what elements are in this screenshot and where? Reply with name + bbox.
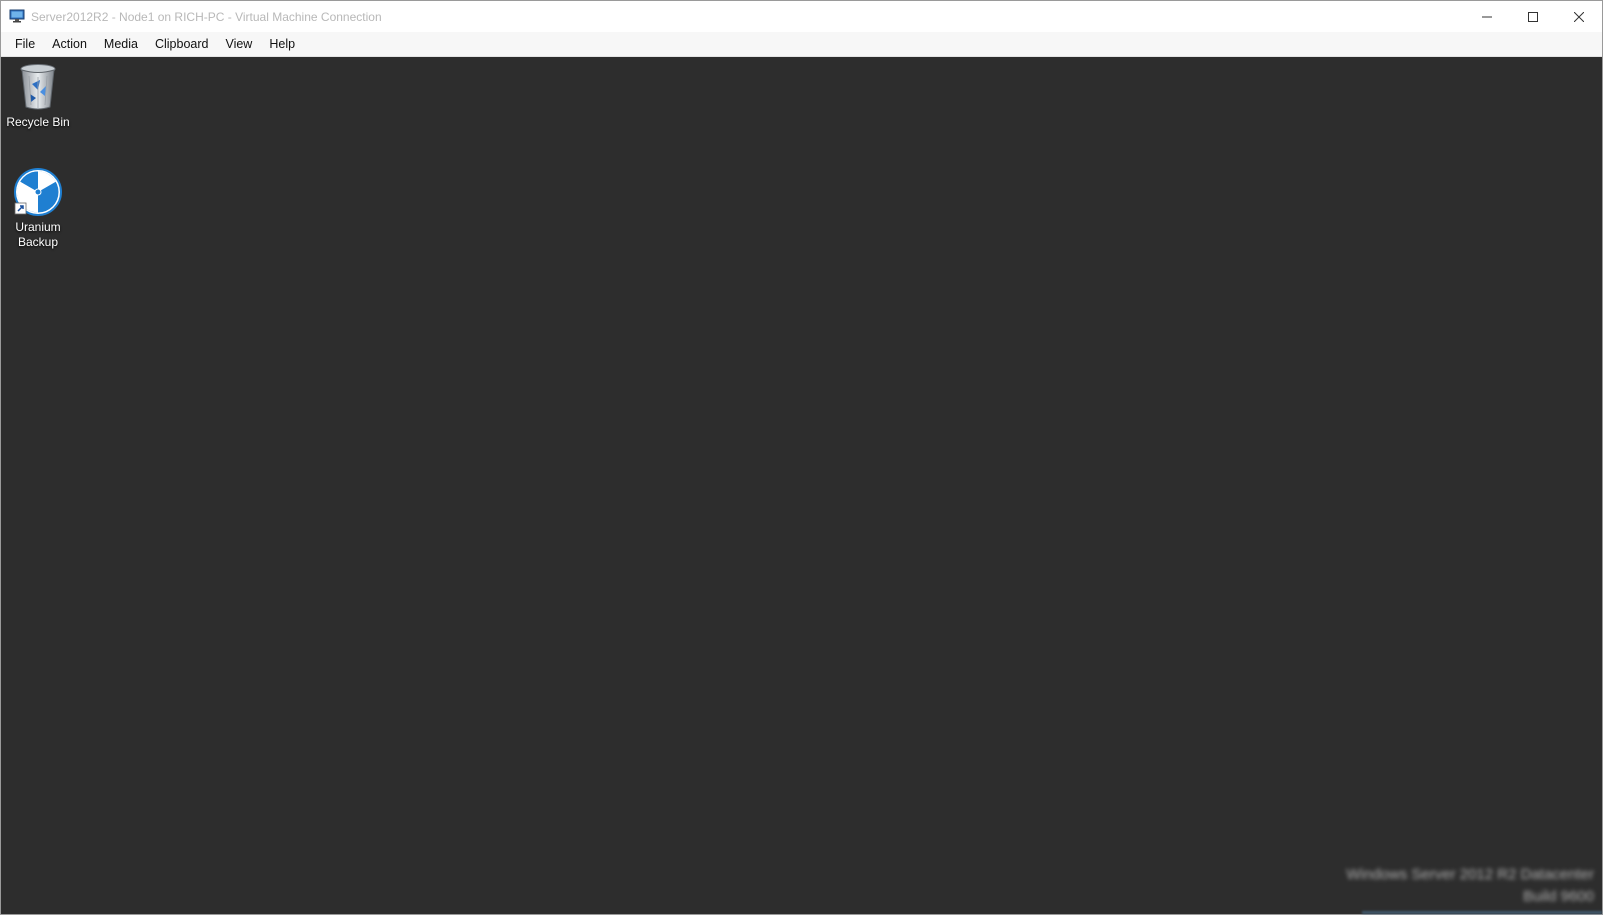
- title-bar[interactable]: Server2012R2 - Node1 on RICH-PC - Virtua…: [1, 1, 1602, 32]
- desktop-icon-recycle-bin[interactable]: Recycle Bin: [1, 62, 75, 130]
- recycle-bin-icon: [20, 64, 56, 110]
- recycle-bin-label: Recycle Bin: [6, 115, 70, 129]
- uranium-backup-label: Uranium Backup: [15, 220, 61, 249]
- menu-clipboard[interactable]: Clipboard: [148, 34, 216, 54]
- desktop-icon-uranium-backup[interactable]: Uranium Backup: [1, 167, 75, 250]
- close-icon: [1574, 11, 1584, 22]
- menu-help[interactable]: Help: [262, 34, 302, 54]
- menu-action[interactable]: Action: [45, 34, 94, 54]
- minimize-icon: [1482, 16, 1492, 17]
- taskbar-edge: [1362, 911, 1602, 914]
- watermark-build: Build 9600: [1523, 888, 1594, 905]
- vm-desktop[interactable]: Recycle Bin Uranium Backup Windows Serve…: [1, 57, 1602, 914]
- menu-media[interactable]: Media: [97, 34, 145, 54]
- windows-edition-watermark: Windows Server 2012 R2 Datacenter Build …: [1346, 864, 1594, 908]
- window-title: Server2012R2 - Node1 on RICH-PC - Virtua…: [31, 10, 382, 24]
- menu-file[interactable]: File: [8, 34, 42, 54]
- menu-view[interactable]: View: [218, 34, 259, 54]
- menu-bar: File Action Media Clipboard View Help: [1, 32, 1602, 57]
- vm-connection-app-icon: [9, 9, 25, 23]
- close-button[interactable]: [1556, 1, 1602, 32]
- vm-connection-window: Server2012R2 - Node1 on RICH-PC - Virtua…: [0, 0, 1603, 915]
- uranium-backup-icon: [14, 168, 62, 216]
- maximize-icon: [1528, 11, 1538, 22]
- maximize-button[interactable]: [1510, 1, 1556, 32]
- minimize-button[interactable]: [1464, 1, 1510, 32]
- watermark-edition: Windows Server 2012 R2 Datacenter: [1346, 866, 1594, 883]
